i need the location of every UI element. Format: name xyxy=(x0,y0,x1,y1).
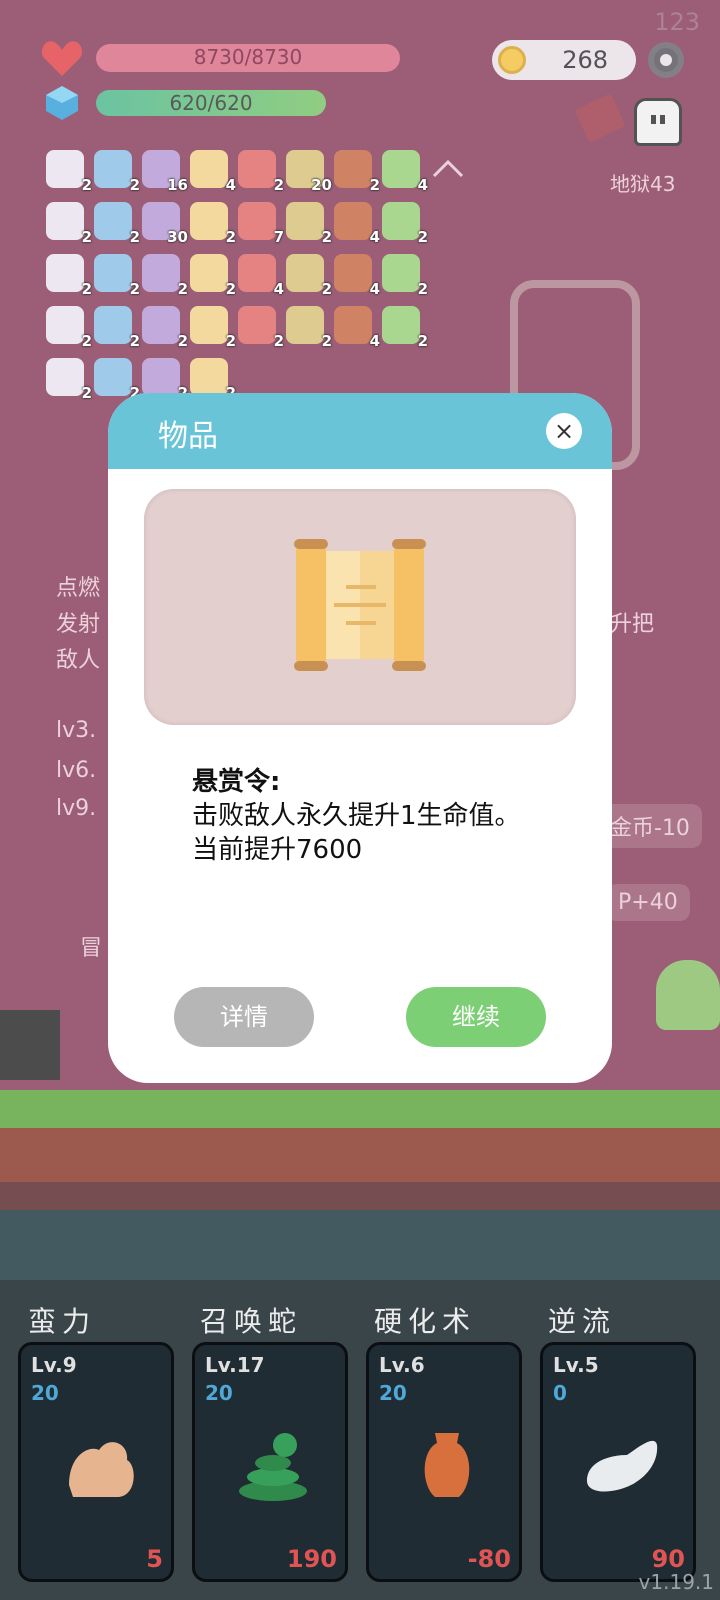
dialog-title: 物品 xyxy=(158,419,218,454)
continue-button[interactable]: 继续 xyxy=(406,987,546,1047)
skill-name-4: 逆流 xyxy=(548,1305,617,1338)
wing-icon xyxy=(581,1425,661,1505)
skill-points: 20 xyxy=(379,1381,407,1405)
item-preview xyxy=(144,489,576,725)
skill-level: Lv.9 xyxy=(31,1353,77,1377)
dialog-header: 物品 × xyxy=(108,393,612,469)
skill-card-summon-snake[interactable]: Lv.17 20 190 xyxy=(192,1342,348,1582)
item-bonus: 当前提升7600 xyxy=(192,835,363,865)
muscle-icon xyxy=(59,1425,139,1505)
skill-name-1: 蛮力 xyxy=(28,1305,97,1338)
item-description: 悬赏令: 击败敌人永久提升1生命值。 当前提升7600 xyxy=(192,765,532,867)
skill-card-brute-force[interactable]: Lv.9 20 5 xyxy=(18,1342,174,1582)
skill-points: 20 xyxy=(205,1381,233,1405)
close-icon[interactable]: × xyxy=(546,413,582,449)
item-dialog: 物品 × 悬赏令: 击败敌人永久提升1生命值。 当前提升7600 详情 继续 xyxy=(108,393,612,1083)
skill-name-2: 召唤蛇 xyxy=(200,1305,303,1338)
skill-card-harden[interactable]: Lv.6 20 -80 xyxy=(366,1342,522,1582)
vase-icon xyxy=(407,1425,487,1505)
skill-points: 20 xyxy=(31,1381,59,1405)
skill-card-backflow[interactable]: Lv.5 0 90 xyxy=(540,1342,696,1582)
version-label: v1.19.1 xyxy=(638,1570,714,1594)
skill-value: 90 xyxy=(651,1545,685,1573)
skill-level: Lv.6 xyxy=(379,1353,425,1377)
skill-value: 5 xyxy=(146,1545,163,1573)
item-effect: 击败敌人永久提升1生命值。 xyxy=(192,801,521,831)
skill-name-3: 硬化术 xyxy=(374,1305,477,1338)
snake-icon xyxy=(233,1425,313,1505)
scroll-icon xyxy=(294,539,426,671)
item-name: 悬赏令: xyxy=(192,767,281,797)
skill-value: -80 xyxy=(467,1545,511,1573)
skill-value: 190 xyxy=(286,1545,337,1573)
skill-points: 0 xyxy=(553,1381,567,1405)
details-button[interactable]: 详情 xyxy=(174,987,314,1047)
skill-level: Lv.5 xyxy=(553,1353,599,1377)
skill-level: Lv.17 xyxy=(205,1353,265,1377)
